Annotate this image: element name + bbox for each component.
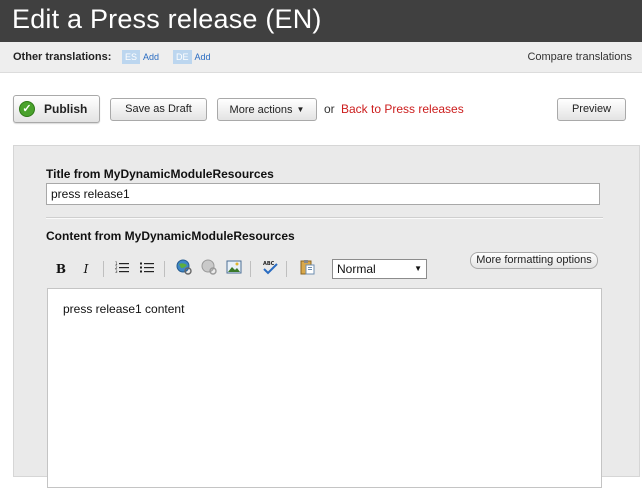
bulleted-list-icon[interactable] — [137, 259, 157, 279]
check-icon: ✓ — [19, 101, 35, 117]
divider — [46, 217, 603, 219]
title-field-label: Title from MyDynamicModuleResources — [46, 167, 274, 181]
chevron-down-icon: ▼ — [414, 264, 422, 273]
edit-form: Title from MyDynamicModuleResources Cont… — [13, 145, 640, 488]
compare-translations-link[interactable]: Compare translations — [527, 51, 632, 63]
content-text: press release1 content — [63, 302, 185, 316]
translation-es[interactable]: ES Add — [122, 50, 159, 64]
title-bar: Edit a Press release (EN) — [0, 0, 642, 42]
bold-icon[interactable]: B — [51, 259, 71, 279]
toolbar-separator — [103, 261, 104, 277]
add-translation-de-link[interactable]: Add — [195, 52, 211, 62]
toolbar-separator — [250, 261, 251, 277]
paste-icon[interactable] — [297, 259, 317, 279]
language-code-de: DE — [173, 50, 192, 64]
numbered-list-icon[interactable]: 123 — [112, 259, 132, 279]
save-as-draft-button[interactable]: Save as Draft — [110, 98, 207, 121]
more-formatting-options-button[interactable]: More formatting options — [470, 252, 598, 269]
translations-label: Other translations: — [13, 51, 112, 63]
more-actions-button[interactable]: More actions ▼ — [217, 98, 317, 121]
title-input[interactable] — [46, 183, 600, 205]
spellcheck-icon[interactable]: ABC — [260, 259, 280, 279]
content-field-label: Content from MyDynamicModuleResources — [46, 229, 295, 243]
chevron-down-icon: ▼ — [296, 105, 305, 114]
language-code-es: ES — [122, 50, 141, 64]
svg-text:ABC: ABC — [263, 261, 275, 267]
preview-button[interactable]: Preview — [557, 98, 626, 121]
back-to-press-releases-link[interactable]: Back to Press releases — [341, 102, 464, 116]
content-editor[interactable]: press release1 content — [47, 288, 602, 488]
insert-image-icon[interactable] — [224, 259, 244, 279]
or-text: or — [324, 102, 335, 116]
italic-icon[interactable]: I — [76, 259, 96, 279]
add-translation-es-link[interactable]: Add — [143, 52, 159, 62]
toolbar-separator — [164, 261, 165, 277]
publish-button[interactable]: ✓ Publish — [13, 95, 100, 123]
publish-label: Publish — [44, 102, 88, 116]
format-select-value: Normal — [337, 262, 376, 276]
remove-link-icon[interactable] — [199, 259, 219, 279]
translations-bar: Other translations: ES Add DE Add Compare … — [0, 42, 642, 73]
toolbar-separator — [286, 261, 287, 277]
translation-de[interactable]: DE Add — [173, 50, 211, 64]
insert-link-icon[interactable] — [174, 259, 194, 279]
svg-text:3: 3 — [115, 269, 118, 273]
paragraph-format-select[interactable]: Normal ▼ — [332, 259, 427, 279]
more-actions-label: More actions — [229, 104, 293, 116]
page-title: Edit a Press release (EN) — [12, 4, 322, 34]
